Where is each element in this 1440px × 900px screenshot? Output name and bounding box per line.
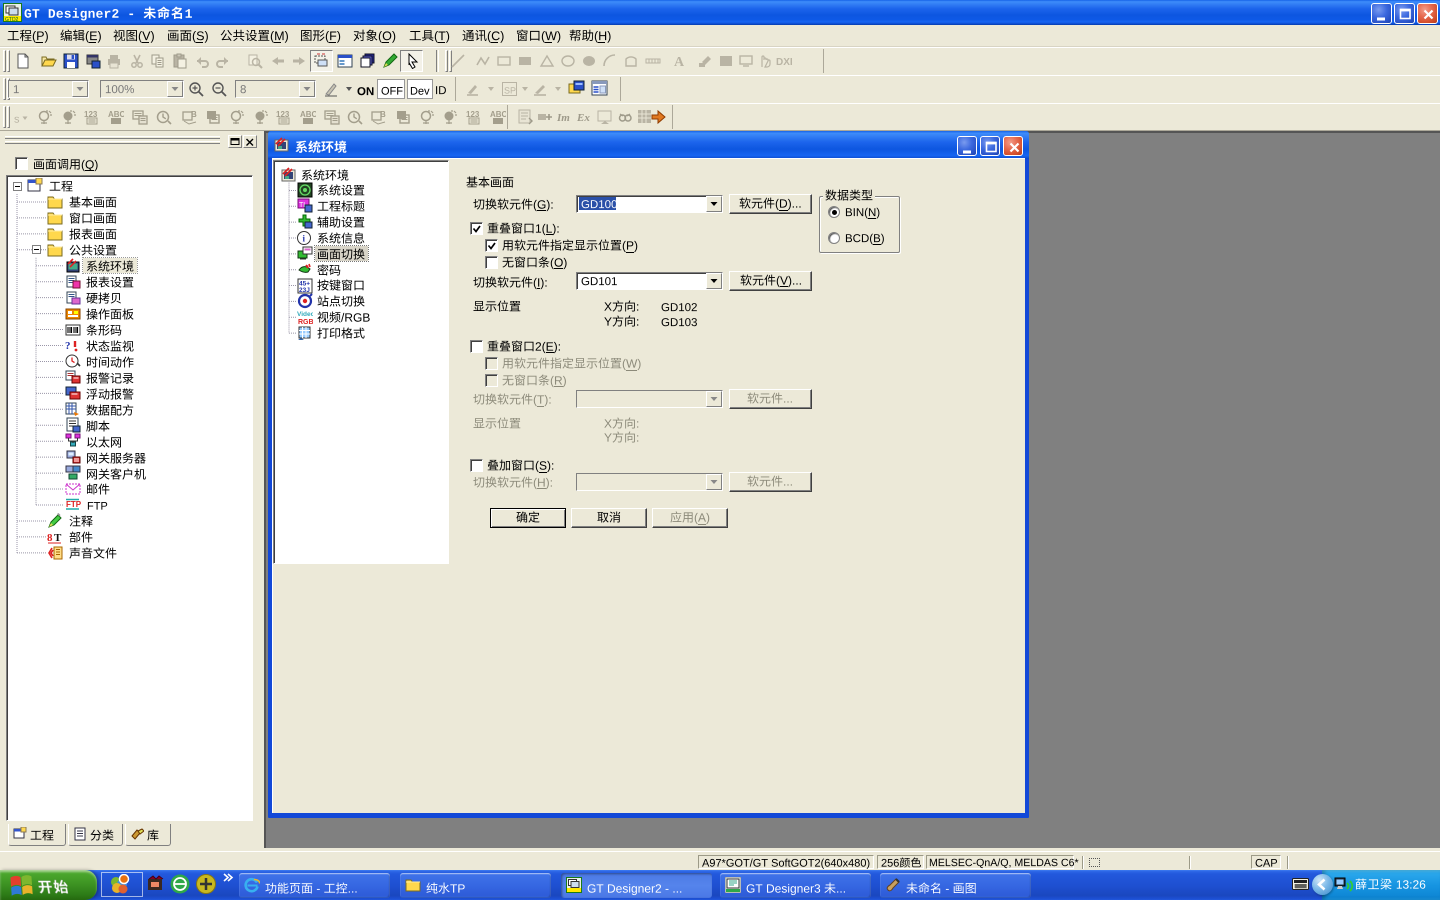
svg-text:Video: Video	[297, 311, 313, 318]
svg-text:*: *	[306, 265, 309, 272]
